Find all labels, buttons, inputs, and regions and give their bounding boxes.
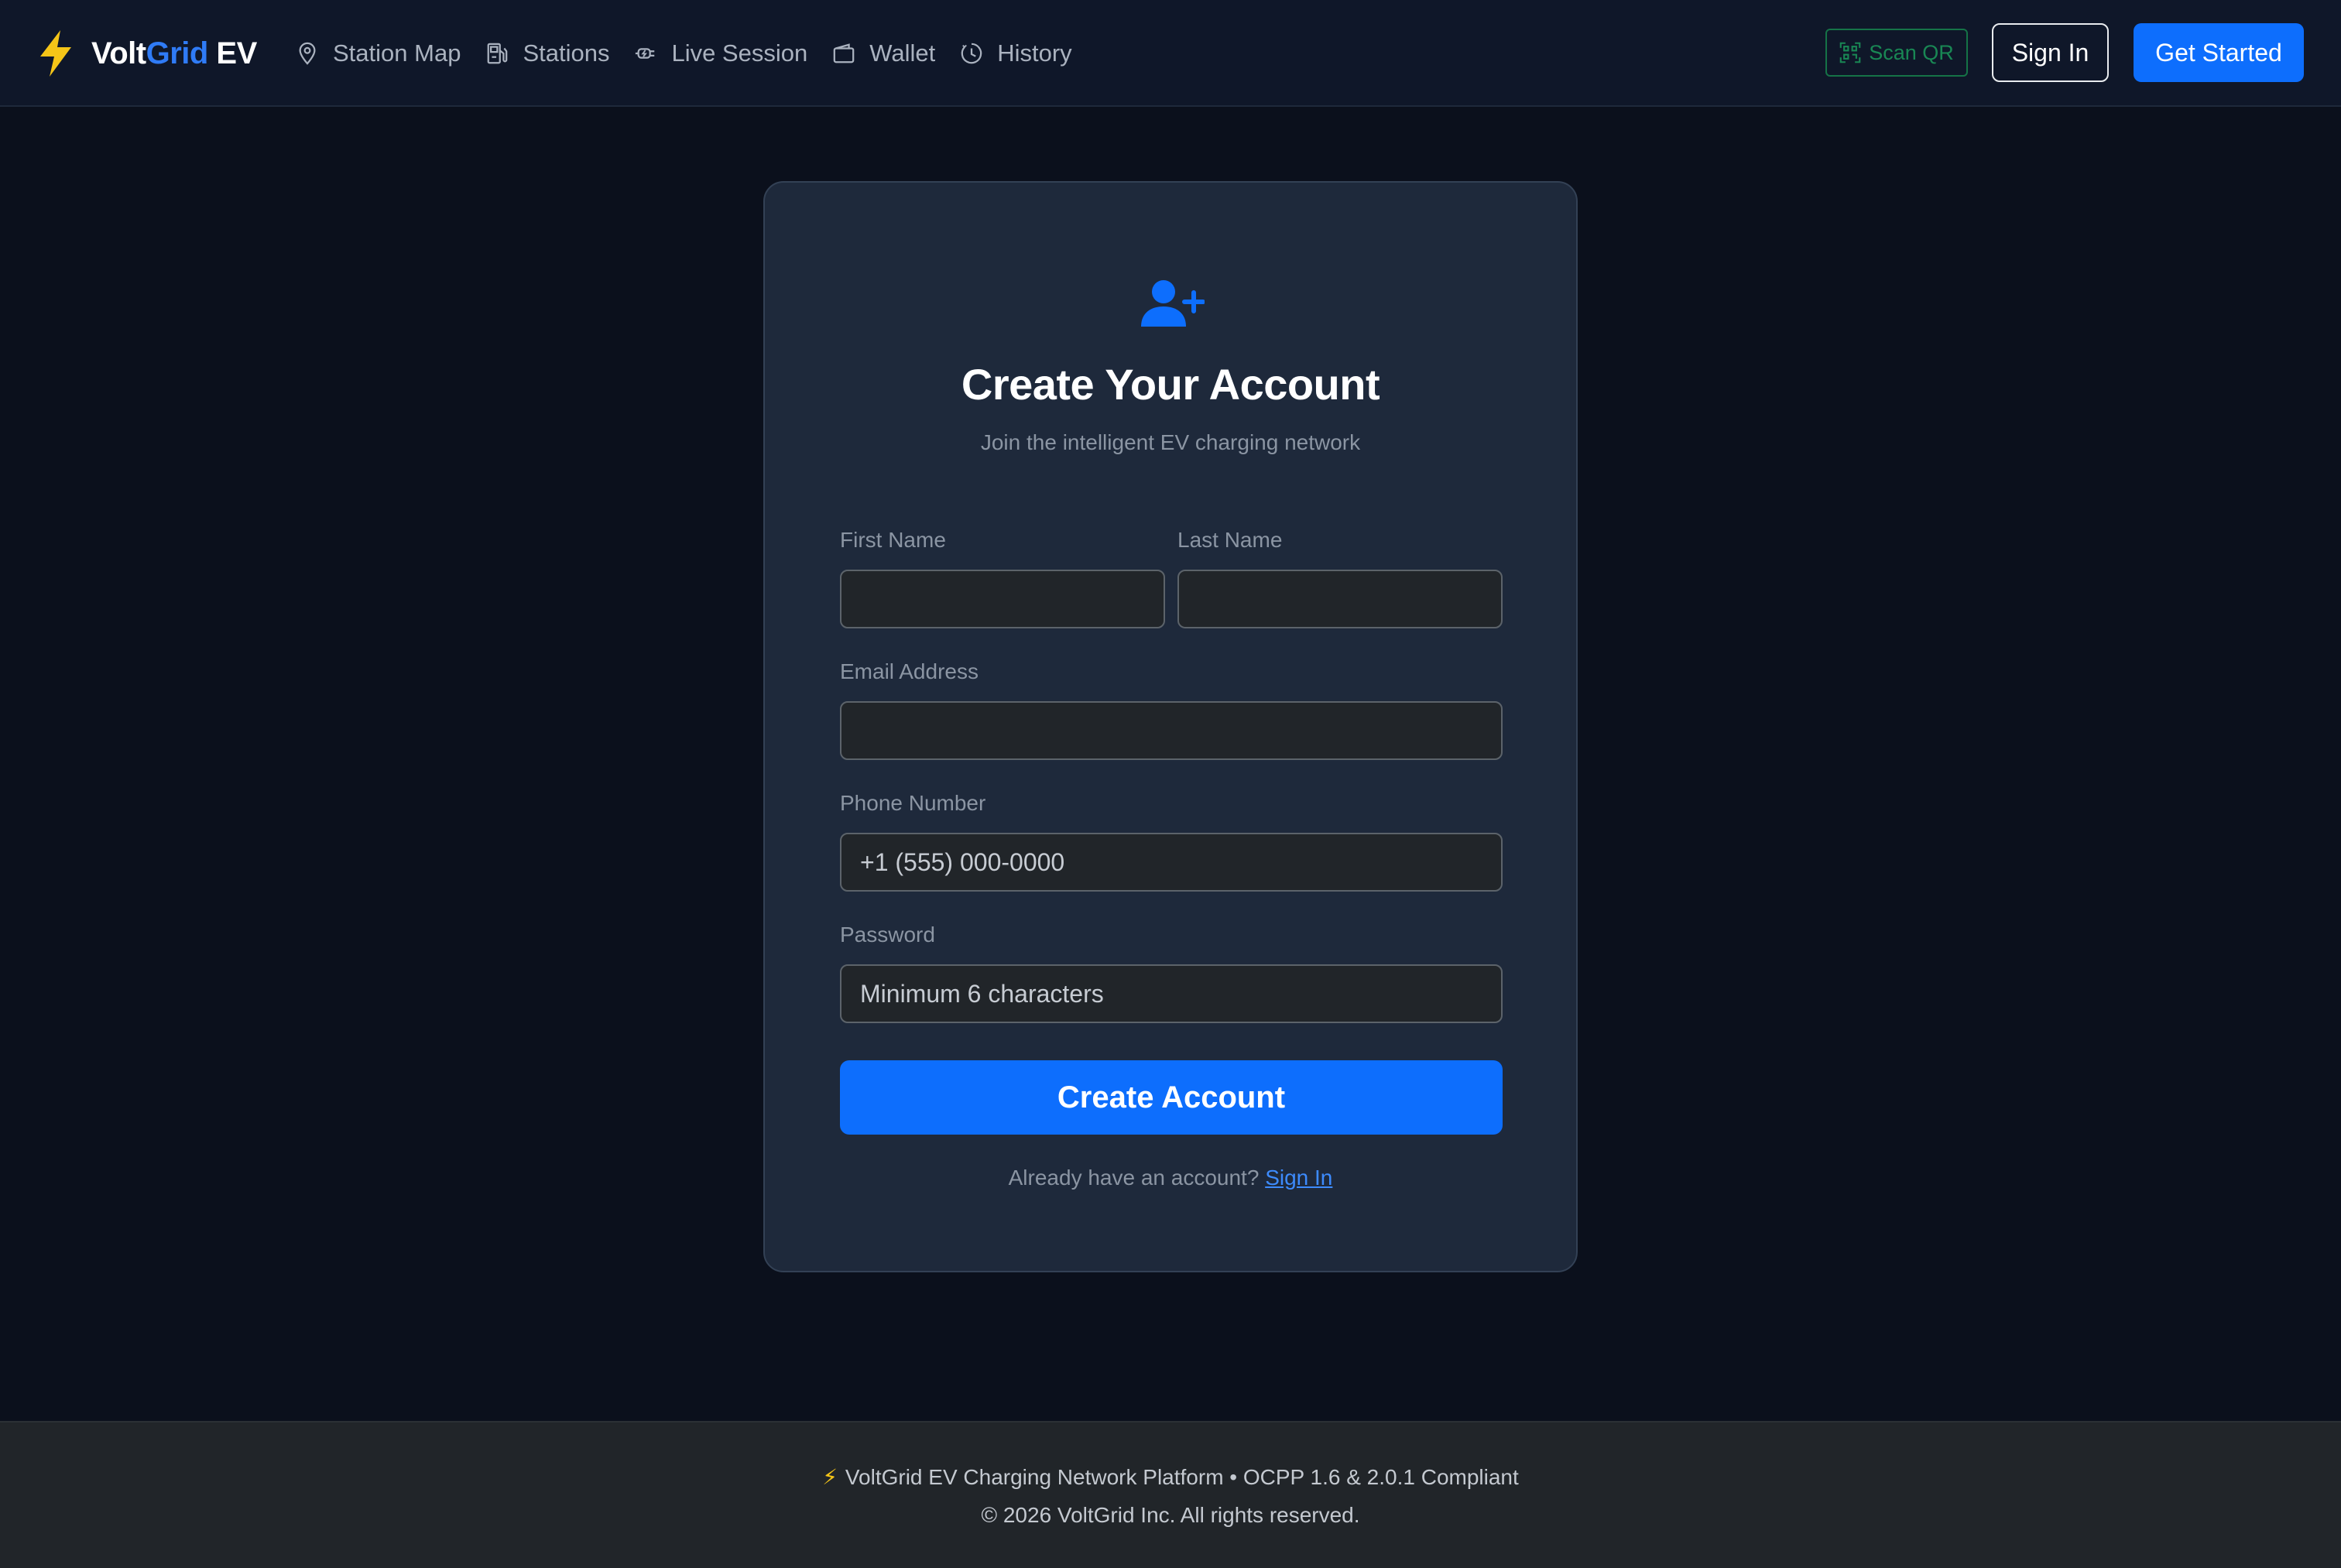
- brand-logo[interactable]: VoltGrid EV: [37, 28, 257, 79]
- phone-label: Phone Number: [840, 791, 986, 815]
- footer-copyright: © 2026 VoltGrid Inc. All rights reserved…: [981, 1503, 1360, 1527]
- first-name-label: First Name: [840, 528, 946, 552]
- phone-field[interactable]: [840, 833, 1503, 892]
- signin-prompt-text: Already have an account?: [1008, 1166, 1266, 1190]
- nav-label: Station Map: [333, 39, 461, 67]
- signin-prompt: Already have an account? Sign In: [765, 1166, 1576, 1190]
- first-name-field[interactable]: [840, 570, 1165, 628]
- page-footer: ⚡ VoltGrid EV Charging Network Platform •…: [0, 1421, 2341, 1568]
- email-label: Email Address: [840, 659, 979, 683]
- nav-item-stations[interactable]: Stations: [485, 31, 609, 76]
- page-title: Create Your Account: [961, 360, 1380, 409]
- qr-scan-icon: [1839, 42, 1861, 63]
- nav-links: Station Map Stations Live Session Wallet…: [296, 31, 1097, 76]
- brand-name: VoltGrid EV: [91, 36, 257, 70]
- email-field[interactable]: [840, 701, 1503, 760]
- nav-item-live-session[interactable]: Live Session: [634, 31, 807, 76]
- nav-label: Stations: [523, 39, 610, 67]
- ev-plug-icon: [636, 48, 655, 59]
- footer-line1-text: VoltGrid EV Charging Network Platform • …: [845, 1465, 1519, 1489]
- password-label: Password: [840, 923, 935, 947]
- nav-label: History: [997, 39, 1072, 67]
- password-field[interactable]: [840, 964, 1503, 1023]
- nav-item-wallet[interactable]: Wallet: [832, 31, 935, 76]
- lightning-bolt-icon: ⚡: [822, 1465, 838, 1489]
- scan-qr-button[interactable]: Scan QR: [1825, 29, 1968, 77]
- fuel-pump-icon: [488, 43, 508, 64]
- register-card: Create Your Account Join the intelligent…: [763, 181, 1578, 1272]
- nav-label: Live Session: [671, 39, 808, 67]
- top-navbar: VoltGrid EV Station Map Stations Live Se…: [0, 0, 2341, 107]
- footer-platform-text: ⚡ VoltGrid EV Charging Network Platform •…: [0, 1464, 2341, 1490]
- person-plus-icon: [1141, 280, 1205, 327]
- map-pin-icon: [299, 42, 316, 65]
- clock-history-icon: [961, 43, 982, 64]
- nav-label: Wallet: [869, 39, 936, 67]
- last-name-label: Last Name: [1177, 528, 1283, 552]
- sign-in-button[interactable]: Sign In: [1992, 23, 2109, 82]
- get-started-button[interactable]: Get Started: [2134, 23, 2304, 82]
- scan-qr-label: Scan QR: [1869, 40, 1954, 64]
- last-name-field[interactable]: [1177, 570, 1503, 628]
- nav-item-station-map[interactable]: Station Map: [296, 31, 461, 76]
- sign-in-link[interactable]: Sign In: [1265, 1166, 1332, 1190]
- wallet-icon: [833, 43, 855, 63]
- page-subtitle: Join the intelligent EV charging network: [980, 430, 1361, 454]
- lightning-bolt-icon: [40, 30, 71, 77]
- create-account-button[interactable]: Create Account: [840, 1060, 1503, 1135]
- nav-item-history[interactable]: History: [960, 31, 1072, 76]
